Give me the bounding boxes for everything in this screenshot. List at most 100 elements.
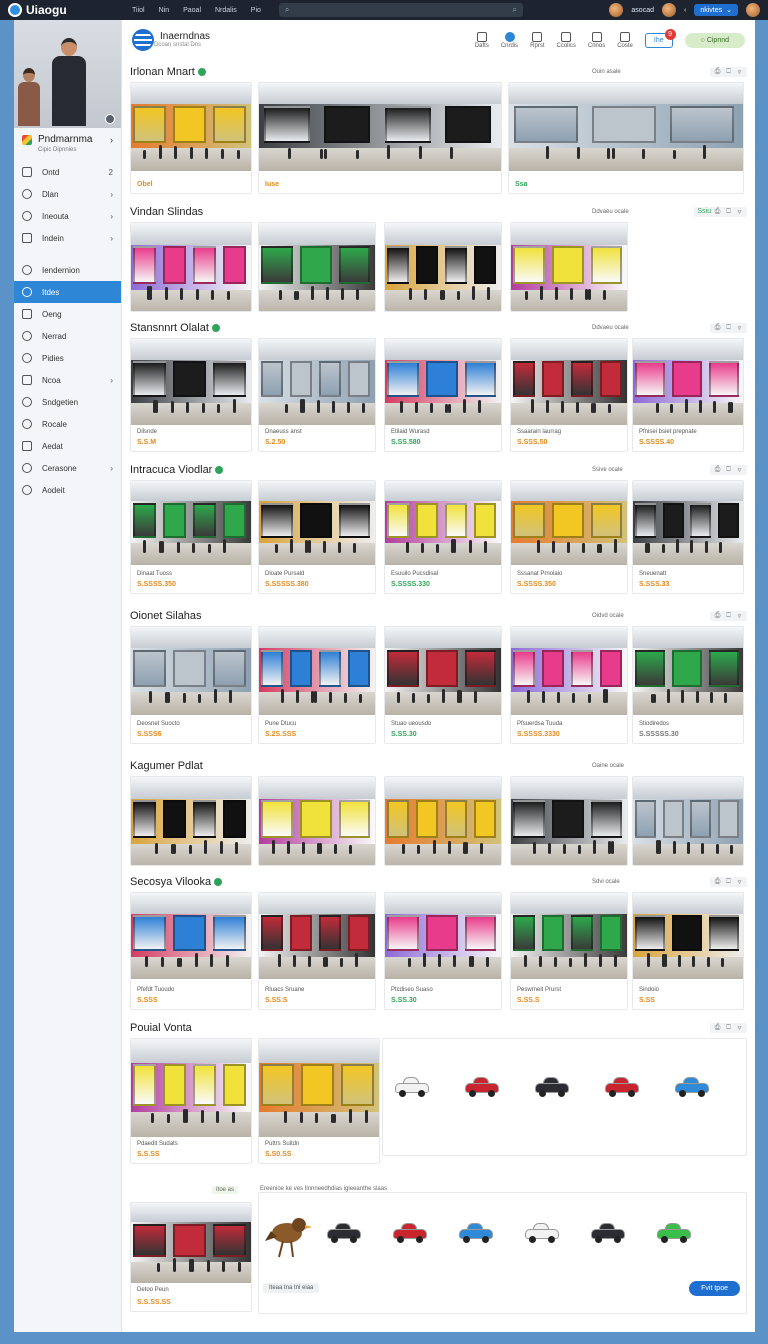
sidebar-item[interactable]: Indein › — [14, 227, 121, 249]
section-actions[interactable]: Ssiu ⎙ ⎕ ▿ — [694, 207, 747, 217]
listing-card[interactable]: Obel — [130, 82, 252, 194]
card-photo[interactable] — [385, 223, 501, 311]
card-photo[interactable] — [259, 83, 501, 171]
listing-card[interactable]: Pfnisei bsiet prepnate S.SSSS.40 — [632, 338, 744, 452]
listing-card[interactable] — [130, 776, 252, 866]
sidebar-item[interactable]: Itdes — [14, 281, 121, 303]
listing-card[interactable]: Stiodiredos S.SSSSS.30 — [632, 626, 744, 744]
card-photo[interactable] — [511, 893, 627, 979]
share-icon[interactable]: ⎙ — [713, 466, 722, 474]
card-photo[interactable] — [511, 627, 627, 715]
chevron-left-icon[interactable]: ‹ — [684, 7, 686, 14]
sidebar-item[interactable]: Aodeit — [14, 479, 121, 501]
camera-icon[interactable] — [105, 114, 115, 124]
floating-action-button[interactable]: Fvit tpoe — [689, 1281, 740, 1296]
section-title[interactable]: Intracuca Viodlar — [130, 464, 212, 476]
lock-icon[interactable]: ⎕ — [724, 878, 733, 886]
card-photo[interactable] — [385, 893, 501, 979]
sidebar-item[interactable]: Ncoa › — [14, 369, 121, 391]
listing-card[interactable]: Pfefdt Tuoudo S.SSS — [130, 892, 252, 1010]
listing-card[interactable]: Puttrs Suitdn S.S0.SS — [258, 1038, 380, 1164]
sidebar-item[interactable]: Aedat — [14, 435, 121, 457]
listing-card[interactable]: Pune Dtucu S.2S.SSS — [258, 626, 376, 744]
section-title[interactable]: Kagumer Pdlat — [130, 760, 203, 772]
sidebar-item[interactable]: Cerasone › — [14, 457, 121, 479]
card-photo[interactable] — [259, 627, 375, 715]
card-photo[interactable] — [259, 339, 375, 425]
section-title[interactable]: Irlonan Mnart — [130, 66, 195, 78]
brand[interactable]: Pndmarnma › — [14, 128, 121, 147]
section-actions[interactable]: ⎙ ⎕ ▿ — [710, 465, 747, 475]
listing-card[interactable] — [258, 776, 376, 866]
card-photo[interactable] — [131, 83, 251, 171]
card-photo[interactable] — [259, 223, 375, 311]
share-icon[interactable]: ⎙ — [713, 324, 722, 332]
top-nav-item[interactable]: Pio — [251, 7, 261, 14]
card-photo[interactable] — [511, 339, 627, 425]
listing-card[interactable]: Dilsnde S.S.M — [130, 338, 252, 452]
sidebar-item[interactable]: Rocale — [14, 413, 121, 435]
app-logo[interactable]: Uiaogu — [0, 3, 132, 17]
tool-cards[interactable]: Cnrdis — [501, 31, 518, 49]
sidebar-item[interactable]: Sndgetien — [14, 391, 121, 413]
account-menu[interactable]: nkivtes ⌄ — [694, 4, 738, 16]
card-photo[interactable] — [259, 1039, 379, 1137]
card-photo[interactable] — [509, 83, 743, 171]
grid-icon[interactable]: ▿ — [735, 324, 744, 332]
grid-icon[interactable]: ▿ — [735, 208, 744, 216]
listing-card[interactable] — [510, 776, 628, 866]
section-actions[interactable]: ⎙ ⎕ ▿ — [710, 323, 747, 333]
listing-card[interactable] — [632, 776, 744, 866]
tool-colors[interactable]: Ccolics — [557, 31, 576, 49]
sidebar-item[interactable]: Dlan › — [14, 183, 121, 205]
sidebar-item[interactable]: Iendernion — [14, 259, 121, 281]
section-title[interactable]: Pouial Vonta — [130, 1022, 192, 1034]
vehicle-panel[interactable] — [382, 1038, 747, 1156]
avatar[interactable] — [746, 3, 760, 17]
listing-card[interactable]: Iuse — [258, 82, 502, 194]
listing-card[interactable]: Deosnet Suocto S.SSS6 — [130, 626, 252, 744]
share-icon[interactable]: ⎙ — [713, 1024, 722, 1032]
vehicle-panel[interactable]: Iteaa tna tnl eiaa Fvit tpoe — [258, 1192, 747, 1314]
share-icon[interactable]: ⎙ — [713, 878, 722, 886]
section-title[interactable]: Oionet Silahas — [130, 610, 202, 622]
card-photo[interactable] — [131, 223, 251, 311]
section-actions[interactable]: ⎙ ⎕ ▿ — [710, 67, 747, 77]
lock-icon[interactable]: ⎕ — [724, 1024, 733, 1032]
listing-card[interactable]: Esuuilo Pucsdisal S.SSSS.330 — [384, 480, 502, 594]
section-title[interactable]: Secosya Vilooka — [130, 876, 211, 888]
tool-cost[interactable]: Coste — [617, 31, 633, 49]
listing-card[interactable] — [510, 222, 628, 312]
grid-icon[interactable]: ▿ — [735, 68, 744, 76]
card-photo[interactable] — [131, 627, 251, 715]
sidebar-item[interactable]: Ineouta › — [14, 205, 121, 227]
card-photo[interactable] — [259, 481, 375, 565]
listing-card[interactable]: Pdaedit Sudats S.S.SS — [130, 1038, 252, 1164]
grid-icon[interactable]: ▿ — [735, 612, 744, 620]
card-photo[interactable] — [385, 777, 501, 865]
listing-card[interactable]: Rluacs Sruane S.SS.S — [258, 892, 376, 1010]
sidebar-item[interactable]: Ontd 2 — [14, 161, 121, 183]
section-title[interactable]: Vindan Slindas — [130, 206, 203, 218]
avatar[interactable] — [661, 3, 676, 17]
card-photo[interactable] — [511, 223, 627, 311]
listing-card[interactable]: Ssa — [508, 82, 744, 194]
share-icon[interactable]: ⎙ — [713, 68, 722, 76]
card-photo[interactable] — [259, 777, 375, 865]
section-actions[interactable]: ⎙ ⎕ ▿ — [710, 1023, 747, 1033]
tool-report[interactable]: Rprst — [530, 31, 545, 49]
top-nav-item[interactable]: Paoal — [183, 7, 201, 14]
grid-icon[interactable]: ▿ — [735, 466, 744, 474]
sidebar-item[interactable]: Oeng — [14, 303, 121, 325]
grid-icon[interactable]: ▿ — [735, 1024, 744, 1032]
listing-card[interactable] — [258, 222, 376, 312]
listing-card[interactable]: Dloate Pursald S.SSSSS.380 — [258, 480, 376, 594]
card-photo[interactable] — [131, 777, 251, 865]
top-nav-item[interactable]: Nrdalis — [215, 7, 237, 14]
share-icon[interactable]: ⎙ — [713, 208, 722, 216]
tool-drafts[interactable]: Dafts — [475, 31, 489, 49]
lock-icon[interactable]: ⎕ — [724, 612, 733, 620]
listing-card[interactable] — [384, 776, 502, 866]
primary-action-button[interactable]: ○ Cipnnd — [684, 32, 745, 48]
card-photo[interactable] — [511, 777, 627, 865]
